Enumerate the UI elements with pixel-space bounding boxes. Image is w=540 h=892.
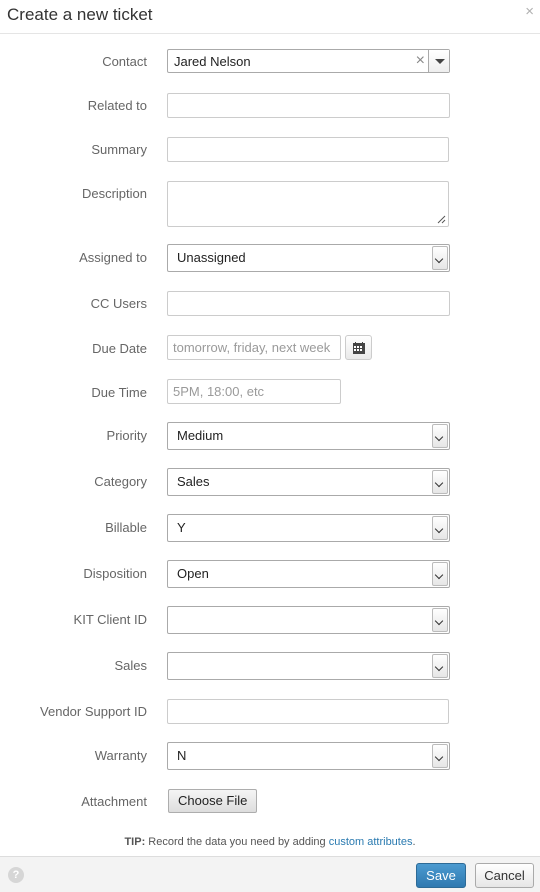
chevron-down-icon[interactable] [432, 562, 448, 586]
disposition-value: Open [177, 566, 209, 581]
priority-label: Priority [106, 428, 147, 443]
due-time-label: Due Time [91, 385, 147, 400]
due-date-label: Due Date [92, 341, 147, 356]
billable-select[interactable]: Y [167, 514, 450, 542]
billable-value: Y [177, 520, 186, 535]
tip-text: TIP: Record the data you need by adding … [0, 836, 540, 848]
modal-footer: ? Save Cancel [0, 856, 540, 892]
chevron-down-icon[interactable] [432, 744, 448, 768]
contact-value: Jared Nelson [174, 54, 251, 69]
priority-value: Medium [177, 428, 224, 443]
chevron-down-icon[interactable] [432, 608, 448, 632]
vendor-support-id-input[interactable] [167, 699, 449, 724]
warranty-value: N [177, 748, 187, 763]
cancel-button[interactable]: Cancel [475, 863, 534, 888]
category-label: Category [94, 474, 147, 489]
warranty-label: Warranty [94, 748, 147, 763]
billable-label: Billable [105, 520, 147, 535]
summary-label: Summary [91, 142, 147, 157]
calendar-icon [353, 342, 365, 354]
due-date-input[interactable] [167, 335, 341, 360]
kit-client-id-label: KIT Client ID [73, 612, 147, 627]
assigned-to-label: Assigned to [79, 250, 147, 265]
calendar-button[interactable] [345, 335, 372, 360]
chevron-down-icon[interactable] [432, 424, 448, 448]
related-to-label: Related to [87, 98, 147, 113]
due-time-input[interactable] [167, 379, 341, 404]
vendor-support-id-label: Vendor Support ID [40, 704, 147, 719]
sales-label: Sales [114, 658, 147, 673]
cc-users-label: CC Users [90, 296, 147, 311]
chevron-down-icon[interactable] [432, 516, 448, 540]
disposition-select[interactable]: Open [167, 560, 450, 588]
clear-icon[interactable]: × [416, 52, 425, 70]
kit-client-id-select[interactable] [167, 606, 450, 634]
modal-title: Create a new ticket [7, 5, 153, 24]
save-button[interactable]: Save [416, 863, 466, 888]
assigned-to-select[interactable]: Unassigned [167, 244, 450, 272]
tip-body: Record the data you need by adding [148, 836, 326, 848]
tip-suffix: . [412, 836, 416, 848]
chevron-down-icon[interactable] [432, 246, 448, 270]
custom-attributes-link[interactable]: custom attributes [329, 836, 413, 848]
contact-select[interactable]: Jared Nelson × [167, 49, 450, 73]
assigned-to-value: Unassigned [177, 250, 246, 265]
close-icon[interactable]: × [525, 4, 534, 20]
chevron-down-icon[interactable] [428, 50, 449, 72]
resize-grip-icon[interactable] [437, 215, 446, 224]
sales-select[interactable] [167, 652, 450, 680]
choose-file-button[interactable]: Choose File [168, 789, 258, 813]
modal-header: Create a new ticket × [0, 0, 540, 34]
tip-prefix: TIP: [124, 836, 146, 848]
create-ticket-modal: Create a new ticket × Contact Jared Nels… [0, 0, 540, 892]
help-icon[interactable]: ? [8, 867, 24, 883]
disposition-label: Disposition [83, 566, 147, 581]
priority-select[interactable]: Medium [167, 422, 450, 450]
related-to-input[interactable] [167, 93, 450, 118]
contact-label: Contact [102, 54, 147, 69]
attachment-label: Attachment [81, 794, 147, 809]
category-select[interactable]: Sales [167, 468, 450, 496]
summary-input[interactable] [167, 137, 449, 162]
category-value: Sales [177, 474, 210, 489]
cc-users-input[interactable] [167, 291, 450, 316]
chevron-down-icon[interactable] [432, 470, 448, 494]
description-label: Description [81, 186, 147, 201]
chevron-down-icon[interactable] [432, 654, 448, 678]
warranty-select[interactable]: N [167, 742, 450, 770]
description-textarea[interactable] [167, 181, 449, 227]
